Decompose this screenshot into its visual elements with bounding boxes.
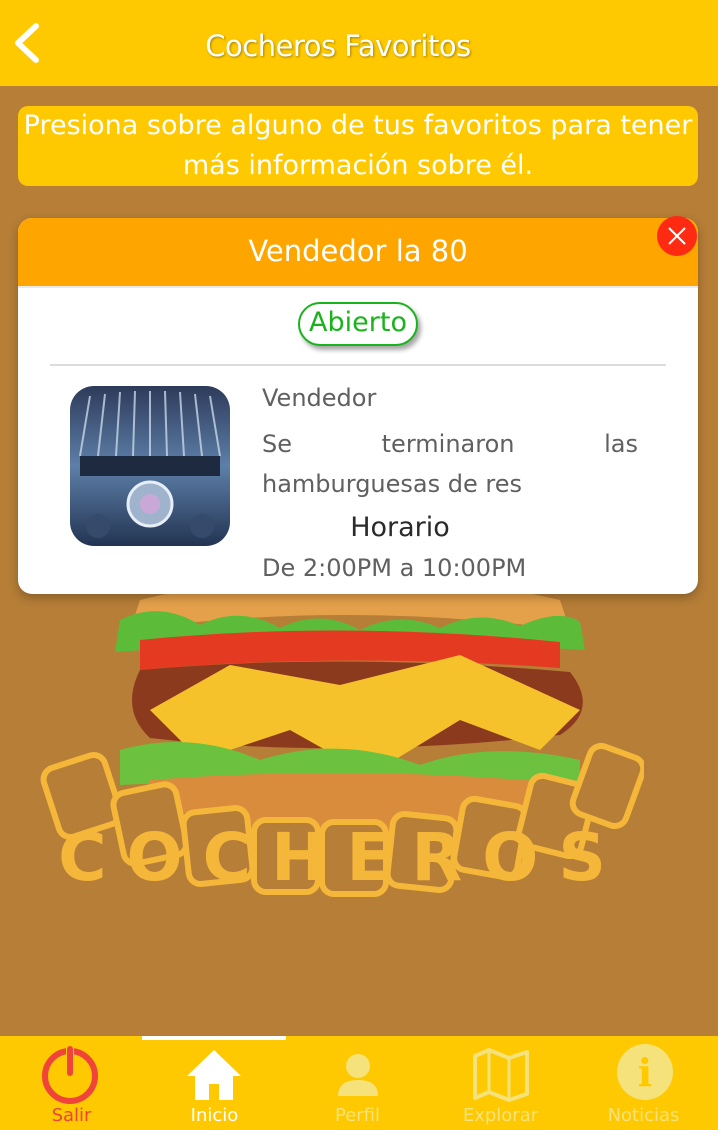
divider — [50, 364, 666, 366]
page-title: Cocheros Favoritos — [205, 29, 471, 63]
logo-text: COCHEROS — [58, 819, 626, 896]
nav-label-explorar: Explorar — [462, 1105, 539, 1126]
vendor-description: Se terminaron las hamburguesas de res — [262, 430, 638, 498]
home-icon — [187, 1050, 241, 1100]
nav-item-salir[interactable]: Salir — [0, 1036, 143, 1130]
vendor-photo — [70, 386, 230, 546]
nav-label-salir: Salir — [51, 1105, 92, 1126]
nav-item-explorar[interactable]: Explorar — [429, 1036, 572, 1130]
info-icon: i — [617, 1044, 673, 1100]
nav-item-noticias[interactable]: i Noticias — [572, 1036, 715, 1130]
user-icon — [338, 1054, 378, 1096]
svg-text:i: i — [638, 1050, 652, 1095]
nav-label-inicio: Inicio — [190, 1105, 239, 1126]
schedule-hours: De 2:00PM a 10:00PM — [262, 554, 527, 582]
vendor-type: Vendedor — [262, 384, 377, 412]
info-banner: Presiona sobre alguno de tus favoritos p… — [18, 106, 698, 186]
status-badge: Abierto — [298, 302, 418, 346]
favorite-vendor-card[interactable]: Vendedor la 80 Abierto Vendedor Se termi… — [18, 216, 698, 594]
nav-item-inicio[interactable]: Inicio — [143, 1036, 286, 1130]
cocheros-logo-art: COCHEROS — [40, 575, 644, 897]
map-icon — [473, 1048, 529, 1102]
card-title: Vendedor la 80 — [18, 218, 698, 288]
nav-item-perfil[interactable]: Perfil — [286, 1036, 429, 1130]
remove-favorite-button[interactable] — [657, 216, 697, 256]
nav-label-perfil: Perfil — [334, 1105, 381, 1126]
nav-label-noticias: Noticias — [607, 1105, 680, 1126]
schedule-title: Horario — [350, 512, 450, 543]
close-icon — [668, 227, 686, 245]
power-icon — [42, 1044, 98, 1104]
top-app-bar: Cocheros Favoritos — [0, 0, 718, 86]
bottom-navigation: Salir Inicio Perfil Explorar i Noticias — [0, 1036, 718, 1130]
